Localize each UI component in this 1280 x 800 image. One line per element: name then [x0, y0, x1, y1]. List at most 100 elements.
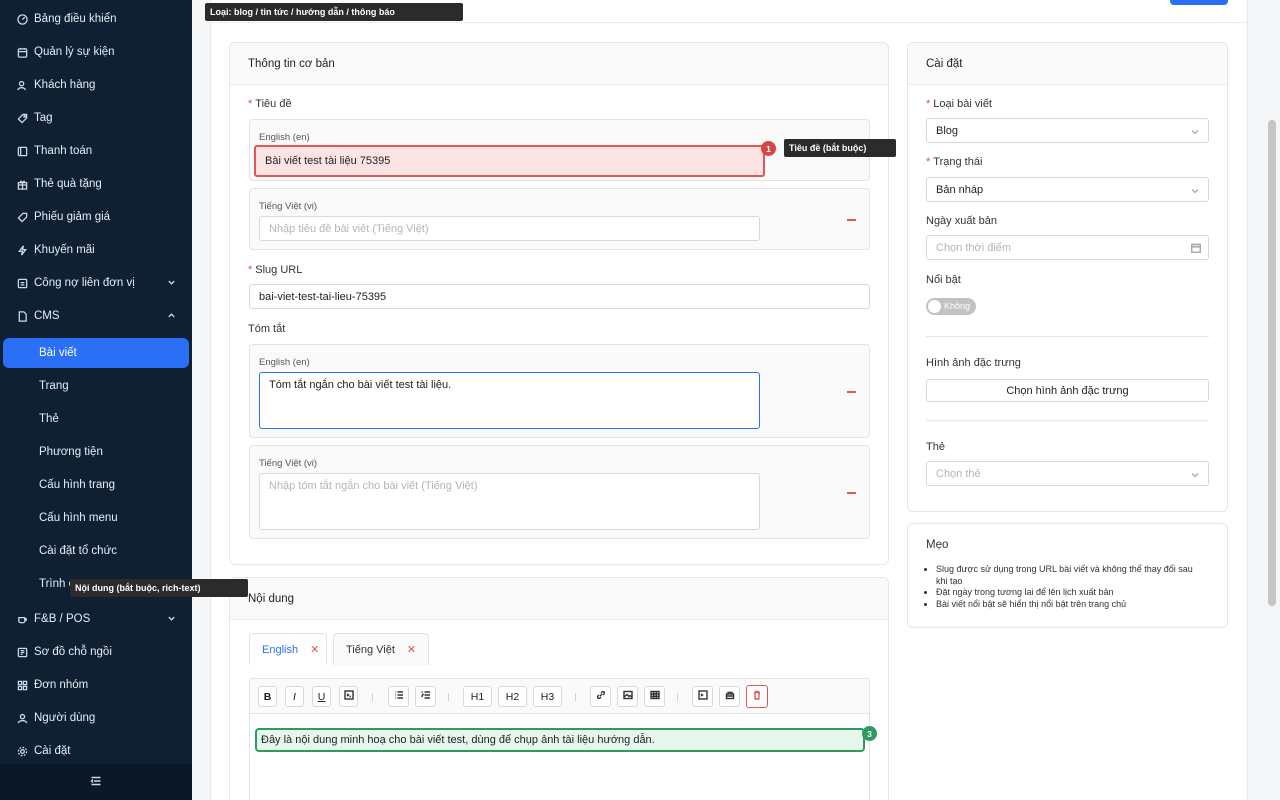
sidebar-sub-tags[interactable]: Thẻ [0, 404, 192, 434]
numbered-list-button[interactable] [415, 686, 436, 707]
sidebar-item-gift-cards[interactable]: Thẻ quà tặng [0, 169, 192, 199]
post-type-select[interactable]: Blog [926, 118, 1209, 143]
slug-label: * Slug URL [248, 264, 302, 276]
sidebar-sub-posts[interactable]: Bài viết [3, 338, 189, 368]
clear-content-button[interactable] [746, 685, 768, 708]
grid-icon [16, 679, 28, 691]
sidebar-item-seat-map[interactable]: Sơ đồ chỗ ngồi [0, 637, 192, 667]
tooltip-title-required: Tiêu đề (bắt buộc) [784, 139, 896, 157]
main-content: Thông tin cơ bản * Tiêu đề English (en) B… [192, 0, 1280, 800]
publish-date-picker[interactable]: Chọn thời điểm [926, 235, 1209, 260]
table-icon [649, 690, 660, 703]
payment-icon [16, 145, 28, 157]
image-button[interactable] [617, 686, 638, 707]
sidebar-item-users[interactable]: Người dùng [0, 703, 192, 733]
remove-language-icon[interactable] [847, 219, 856, 221]
tips-card: Mẹo Slug được sử dụng trong URL bài viết… [907, 523, 1228, 628]
title-en-input[interactable]: Bài viết test tài liệu 75395 [254, 145, 765, 177]
table-button[interactable] [644, 686, 665, 707]
gift-icon [16, 178, 28, 190]
lang-label-vi: Tiếng Việt (vi) [259, 458, 318, 469]
divider [926, 336, 1209, 337]
lang-label-en: English (en) [259, 357, 310, 368]
tag-icon [16, 112, 28, 124]
sidebar-item-promotions[interactable]: Khuyến mãi [0, 235, 192, 265]
tip-item: Slug được sử dụng trong URL bài viết và … [936, 564, 1196, 587]
title-en-group: English (en) Bài viết test tài liệu 7539… [249, 119, 870, 181]
sidebar-sub-label: Bài viết [39, 347, 77, 359]
heading2-button[interactable]: H2 [498, 686, 527, 707]
post-type-label: * Loại bài viết [926, 98, 992, 110]
close-icon[interactable]: ✕ [407, 643, 416, 656]
code-block-button[interactable] [692, 686, 713, 707]
summary-vi-textarea[interactable]: Nhập tóm tắt ngắn cho bài viết (Tiếng Vi… [259, 473, 760, 530]
save-button[interactable] [1170, 0, 1228, 5]
slug-input[interactable]: bai-viet-test-tai-lieu-75395 [249, 284, 870, 309]
sidebar-item-label: Tag [34, 112, 53, 124]
sidebar-item-group-orders[interactable]: Đơn nhóm [0, 670, 192, 700]
toolbar-separator [448, 693, 449, 701]
title-vi-group: Tiếng Việt (vi) Nhập tiêu đề bài viết (T… [249, 188, 870, 250]
bold-button[interactable]: B [258, 686, 277, 707]
summary-label: Tóm tắt [248, 323, 286, 335]
italic-button[interactable]: I [285, 686, 304, 707]
sidebar-item-cms[interactable]: CMS [0, 301, 192, 331]
lang-label-vi: Tiếng Việt (vi) [259, 201, 318, 212]
sidebar-item-dashboard[interactable]: Bảng điều khiển [0, 4, 192, 34]
card-title: Cài đặt [908, 43, 1227, 85]
sidebar-sub-label: Trang [39, 380, 69, 392]
rich-text-editor[interactable]: Đây là nội dung minh hoạ cho bài viết te… [249, 714, 870, 800]
sidebar-item-fnb-pos[interactable]: F&B / POS [0, 604, 192, 634]
bullet-list-button[interactable] [388, 686, 409, 707]
remove-language-icon[interactable] [847, 492, 856, 494]
sidebar-item-coupons[interactable]: Phiếu giảm giá [0, 202, 192, 232]
post-type-value: Blog [936, 124, 959, 137]
sidebar-sub-label: Thẻ [39, 413, 59, 425]
slug-label-text: Slug URL [255, 264, 303, 276]
sidebar-sub-menu-config[interactable]: Cấu hình menu [0, 503, 192, 533]
page-scrollbar[interactable] [1268, 120, 1276, 606]
tab-label: Tiếng Việt [346, 643, 395, 656]
lightning-icon [16, 244, 28, 256]
dashboard-icon [16, 13, 28, 25]
sidebar-sub-label: Cấu hình menu [39, 512, 118, 524]
toggle-knob [928, 300, 941, 313]
sidebar-item-inter-unit-debt[interactable]: Công nợ liên đơn vị [0, 268, 192, 298]
sidebar-collapse-button[interactable] [0, 764, 192, 800]
remove-language-icon[interactable] [847, 391, 856, 393]
summary-en-textarea[interactable]: Tóm tắt ngắn cho bài viết test tài liệu. [259, 372, 760, 429]
sidebar-item-label: Cài đặt [34, 745, 71, 757]
sidebar-sub-page-config[interactable]: Cấu hình trang [0, 470, 192, 500]
sidebar-item-tag[interactable]: Tag [0, 103, 192, 133]
sidebar-item-settings[interactable]: Cài đặt [0, 736, 192, 766]
tab-english[interactable]: English ✕ [249, 633, 327, 665]
sidebar-item-events[interactable]: Quản lý sự kiện [0, 37, 192, 67]
sidebar-item-customers[interactable]: Khách hàng [0, 70, 192, 100]
code-button[interactable] [339, 686, 358, 707]
chevron-down-icon [167, 278, 176, 287]
choose-featured-image-button[interactable]: Chọn hình ảnh đặc trưng [926, 379, 1209, 402]
sidebar-sub-pages[interactable]: Trang [0, 371, 192, 401]
embed-button[interactable] [719, 686, 740, 707]
sidebar-sub-media[interactable]: Phương tiện [0, 437, 192, 467]
title-vi-input[interactable]: Nhập tiêu đề bài viết (Tiếng Việt) [259, 216, 760, 241]
status-select[interactable]: Bản nháp [926, 177, 1209, 202]
sidebar-item-label: Sơ đồ chỗ ngồi [34, 646, 112, 658]
link-button[interactable] [590, 686, 611, 707]
toolbar-separator [677, 693, 678, 701]
person-icon [16, 712, 28, 724]
close-icon[interactable]: ✕ [310, 643, 319, 656]
editor-paragraph[interactable]: Đây là nội dung minh hoạ cho bài viết te… [255, 728, 865, 752]
featured-toggle[interactable]: Không [926, 298, 976, 315]
tags-select[interactable]: Chọn thẻ [926, 461, 1209, 486]
sidebar-item-payment[interactable]: Thanh toán [0, 136, 192, 166]
heading3-button[interactable]: H3 [533, 686, 562, 707]
step-badge: 1 [761, 141, 776, 156]
underline-button[interactable]: U [312, 686, 331, 707]
heading1-button[interactable]: H1 [463, 686, 492, 707]
user-icon [16, 79, 28, 91]
tab-vietnamese[interactable]: Tiếng Việt ✕ [333, 633, 429, 665]
sidebar-sub-org-settings[interactable]: Cài đặt tổ chức [0, 536, 192, 566]
required-mark: * [926, 98, 931, 110]
coupon-icon [16, 211, 28, 223]
